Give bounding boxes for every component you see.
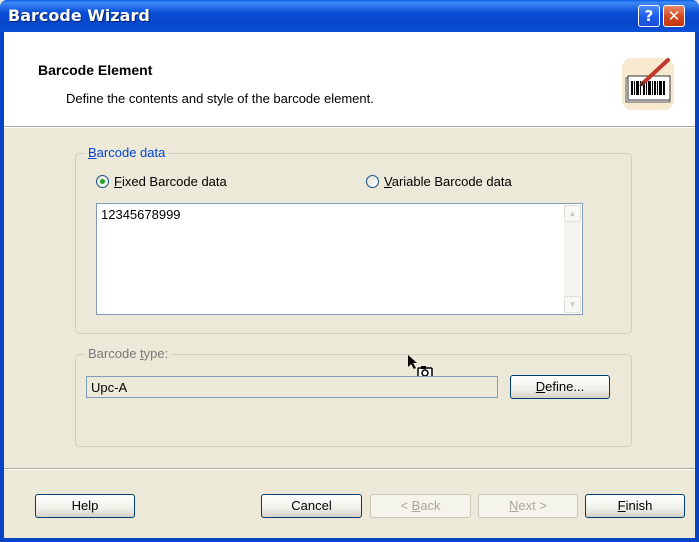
barcode-data-value[interactable]: 12345678999: [101, 207, 181, 222]
next-button[interactable]: Next >: [478, 494, 578, 518]
header-separator: [4, 126, 695, 128]
variable-barcode-radio[interactable]: Variable Barcode data: [366, 174, 512, 189]
barcode-data-group: Barcode data Fixed Barcode data Variable…: [75, 145, 632, 334]
barcode-type-field: Upc-A: [86, 376, 498, 398]
variable-radio-label: Variable Barcode data: [384, 174, 512, 189]
fixed-radio-label: Fixed Barcode data: [114, 174, 227, 189]
barcode-wizard-window: Barcode Wizard ? ✕ Barcode Element Defin…: [0, 0, 699, 542]
help-title-button[interactable]: ?: [638, 5, 660, 27]
barcode-data-textarea[interactable]: 12345678999 ▲ ▼: [96, 203, 583, 315]
radio-selected-dot: [100, 179, 105, 184]
dialog-client-area: Barcode Element Define the contents and …: [4, 32, 695, 538]
fixed-barcode-radio[interactable]: Fixed Barcode data: [96, 174, 227, 189]
fixed-radio-circle[interactable]: [96, 175, 109, 188]
header-subtitle: Define the contents and style of the bar…: [66, 91, 374, 106]
define-button[interactable]: Define...: [510, 375, 610, 399]
finish-button[interactable]: Finish: [585, 494, 685, 518]
header-title: Barcode Element: [38, 62, 153, 78]
footer-separator: [4, 468, 695, 470]
close-button[interactable]: ✕: [663, 5, 685, 27]
help-button[interactable]: Help: [35, 494, 135, 518]
title-bar[interactable]: Barcode Wizard ? ✕: [0, 0, 699, 32]
back-button[interactable]: < Back: [370, 494, 471, 518]
scroll-down-arrow-icon[interactable]: ▼: [564, 296, 581, 313]
barcode-type-group: Barcode type: Upc-A Define...: [75, 346, 632, 447]
window-title: Barcode Wizard: [8, 6, 150, 25]
variable-radio-circle[interactable]: [366, 175, 379, 188]
scroll-up-arrow-icon[interactable]: ▲: [564, 205, 581, 222]
barcode-pen-icon: [622, 58, 674, 110]
cancel-button[interactable]: Cancel: [261, 494, 362, 518]
barcode-type-legend: Barcode type:: [85, 346, 172, 361]
wizard-header: Barcode Element Define the contents and …: [4, 32, 695, 126]
barcode-data-legend: Barcode data: [85, 145, 169, 160]
vertical-scrollbar[interactable]: ▲ ▼: [564, 205, 581, 313]
